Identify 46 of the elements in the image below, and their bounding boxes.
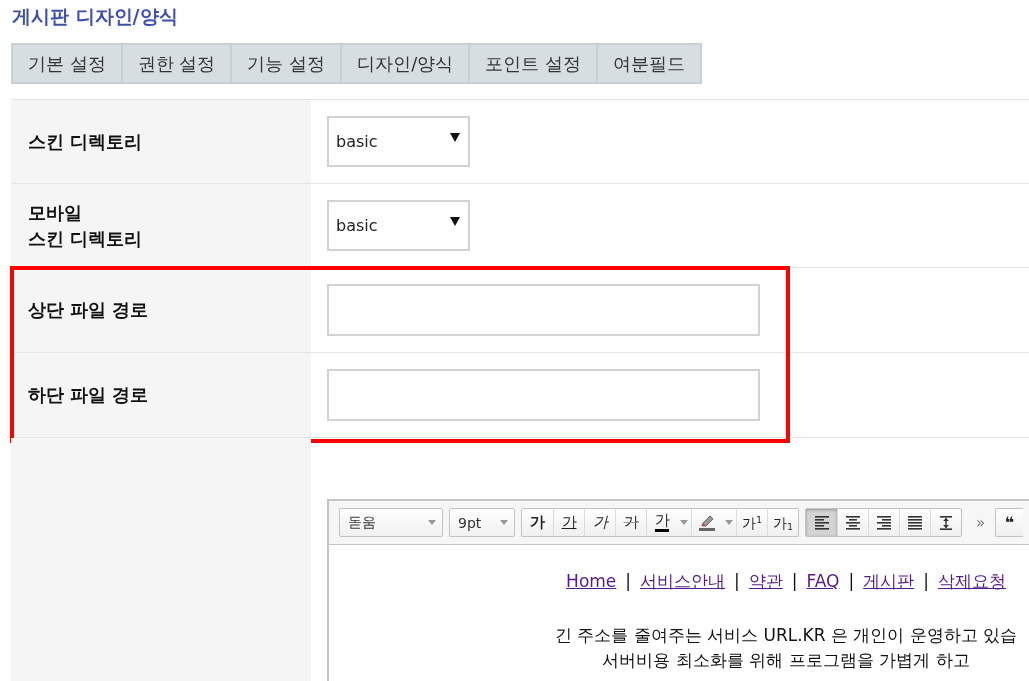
body-text-line: 긴 주소를 줄여주는 서비스 URL.KR 은 개인이 운영하고 있습	[553, 624, 1019, 647]
align-left-button[interactable]	[806, 509, 837, 536]
page-title: 게시판 디자인/양식	[11, 4, 178, 28]
link-separator: |	[734, 570, 740, 593]
font-select[interactable]: 돋움	[339, 508, 443, 537]
italic-button[interactable]: 가	[584, 509, 615, 536]
superscript-button[interactable]: 가$^{1}$	[736, 509, 767, 536]
highlighter-pen-icon	[698, 513, 716, 532]
field-label: 모바일 스킨 디렉토리	[28, 201, 143, 251]
nav-link[interactable]: Home	[566, 569, 617, 593]
caret-icon	[680, 520, 688, 525]
caret-icon	[450, 133, 460, 142]
subscript-button[interactable]: 가$_{1}$	[767, 509, 798, 536]
nav-link[interactable]: 서비스안내	[640, 569, 726, 593]
link-separator: |	[791, 570, 798, 593]
align-right-icon	[877, 515, 891, 530]
field-label: 상단 파일 경로	[28, 299, 149, 322]
caret-icon	[450, 217, 460, 226]
nav-link[interactable]: 약관	[748, 569, 783, 593]
file-path-input[interactable]	[327, 369, 760, 421]
nav-link[interactable]: 삭제요청	[937, 569, 1006, 593]
align-left-icon	[814, 515, 829, 530]
skin-select[interactable]: basic	[327, 116, 470, 167]
font-color-button[interactable]: 가	[646, 509, 677, 536]
field-label: 스킨 디렉토리	[28, 130, 143, 154]
link-separator: |	[625, 570, 632, 593]
font-size-select[interactable]: 9pt	[449, 508, 515, 537]
nav-link[interactable]: FAQ	[806, 569, 840, 593]
body-text-line: 서버비용 최소화를 위해 프로그램을 가볍게 하고	[601, 649, 971, 672]
caret-icon	[500, 520, 508, 525]
quote-button[interactable]: ❝	[995, 508, 1024, 537]
underline-button[interactable]: 가	[553, 509, 584, 536]
file-path-input[interactable]	[327, 284, 760, 336]
field-label: 하단 파일 경로	[28, 384, 149, 407]
caret-icon	[428, 520, 436, 525]
link-separator: |	[848, 570, 855, 593]
bold-button[interactable]: 가	[522, 509, 553, 536]
skin-select[interactable]: basic	[327, 200, 470, 251]
line-spacing-icon	[939, 515, 953, 530]
align-center-icon	[846, 515, 860, 530]
more-tools-button[interactable]: »	[972, 513, 990, 532]
color-bar-icon	[655, 529, 669, 532]
link-separator: |	[923, 570, 929, 593]
justify-icon	[908, 515, 922, 530]
caret-icon	[725, 520, 733, 525]
nav-link[interactable]: 게시판	[863, 569, 915, 593]
